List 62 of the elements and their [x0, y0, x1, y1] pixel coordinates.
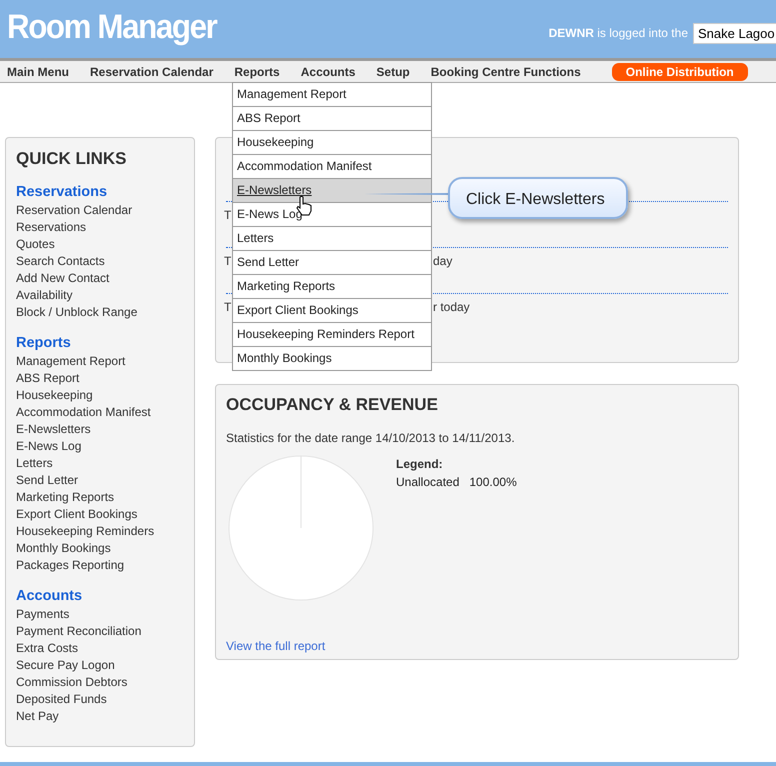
summary-text: r today: [433, 300, 470, 314]
sidebar-link[interactable]: Deposited Funds: [16, 691, 184, 708]
summary-text: T: [224, 254, 232, 268]
sidebar-link[interactable]: E-News Log: [16, 438, 184, 455]
sidebar-link[interactable]: Marketing Reports: [16, 489, 184, 506]
login-status: DEWNR is logged into the: [548, 26, 688, 40]
dropdown-menu-item[interactable]: Management Report: [233, 83, 431, 107]
panel-title: OCCUPANCY & REVENUE: [226, 395, 439, 415]
sidebar-section-heading: Reports: [16, 335, 72, 351]
sidebar-link[interactable]: Accommodation Manifest: [16, 404, 184, 421]
nav-menu-item[interactable]: Reservation Calendar: [90, 64, 224, 78]
sidebar-link[interactable]: Commission Debtors: [16, 674, 184, 691]
sidebar-link[interactable]: Net Pay: [16, 708, 184, 725]
sidebar-section-heading: Accounts: [16, 588, 84, 604]
nav-menu-item[interactable]: Accounts: [300, 64, 366, 78]
dropdown-menu-item[interactable]: Housekeeping Reminders Report: [233, 323, 431, 347]
nav-menu-item[interactable]: Setup: [376, 64, 420, 78]
dropdown-menu-item[interactable]: Send Letter: [233, 251, 431, 275]
summary-text: T: [224, 208, 232, 222]
sidebar-link[interactable]: Management Report: [16, 353, 184, 370]
sidebar-link[interactable]: Letters: [16, 455, 184, 472]
sidebar-link[interactable]: Housekeeping Reminders: [16, 523, 184, 540]
sidebar-link[interactable]: Reservation Calendar: [16, 202, 184, 219]
summary-text: T: [224, 300, 232, 314]
sidebar-link[interactable]: Send Letter: [16, 472, 184, 489]
sidebar-link[interactable]: Export Client Bookings: [16, 506, 184, 523]
summary-text: day: [433, 254, 452, 268]
sidebar-section-heading: Reservations: [16, 184, 108, 200]
sidebar-link[interactable]: Availability: [16, 287, 184, 304]
sidebar-link[interactable]: Housekeeping: [16, 387, 184, 404]
nav-menu-item[interactable]: Main Menu: [7, 64, 79, 78]
dropdown-menu-item[interactable]: E-Newsletters: [233, 179, 431, 203]
report-link[interactable]: View the full report: [226, 639, 728, 653]
sidebar-link[interactable]: Monthly Bookings: [16, 540, 184, 557]
sidebar-link[interactable]: Packages Reporting: [16, 557, 184, 574]
callout-bubble: Click E-Newsletters: [448, 177, 628, 219]
sidebar-link[interactable]: ABS Report: [16, 370, 184, 387]
sidebar-link[interactable]: Extra Costs: [16, 640, 184, 657]
app-title: Room Manager: [7, 8, 216, 46]
dropdown-menu-item[interactable]: ABS Report: [233, 107, 431, 131]
dropdown-menu-item[interactable]: Monthly Bookings: [233, 347, 431, 370]
sidebar-link[interactable]: Quotes: [16, 236, 184, 253]
sidebar-link[interactable]: Payment Reconciliation: [16, 623, 184, 640]
dropdown-menu-item[interactable]: Letters: [233, 227, 431, 251]
legend-value: 100.00%: [469, 475, 517, 489]
dropdown-menu-item[interactable]: Export Client Bookings: [233, 299, 431, 323]
sidebar-link[interactable]: Secure Pay Logon: [16, 657, 184, 674]
sidebar-link[interactable]: E-Newsletters: [16, 421, 184, 438]
sidebar-link[interactable]: Search Contacts: [16, 253, 184, 270]
sidebar-title: QUICK LINKS: [16, 149, 128, 169]
sidebar-link[interactable]: Block / Unblock Range: [16, 304, 184, 321]
nav-menu-item[interactable]: Booking Centre Functions: [430, 64, 591, 78]
nav-menu-item[interactable]: Reports: [234, 64, 290, 78]
legend-title: Legend:: [396, 457, 444, 471]
sidebar-link[interactable]: Reservations: [16, 219, 184, 236]
dropdown-menu-item[interactable]: Marketing Reports: [233, 275, 431, 299]
dropdown-menu-item[interactable]: Housekeeping: [233, 131, 431, 155]
date-range-text: Statistics for the date range 14/10/2013 to 14/11/2013.: [226, 431, 516, 445]
sidebar-link[interactable]: Payments: [16, 606, 184, 623]
property-select[interactable]: Snake Lagoo: [693, 22, 776, 44]
sidebar-link[interactable]: Add New Contact: [16, 270, 184, 287]
legend-label: Unallocated: [396, 475, 460, 489]
